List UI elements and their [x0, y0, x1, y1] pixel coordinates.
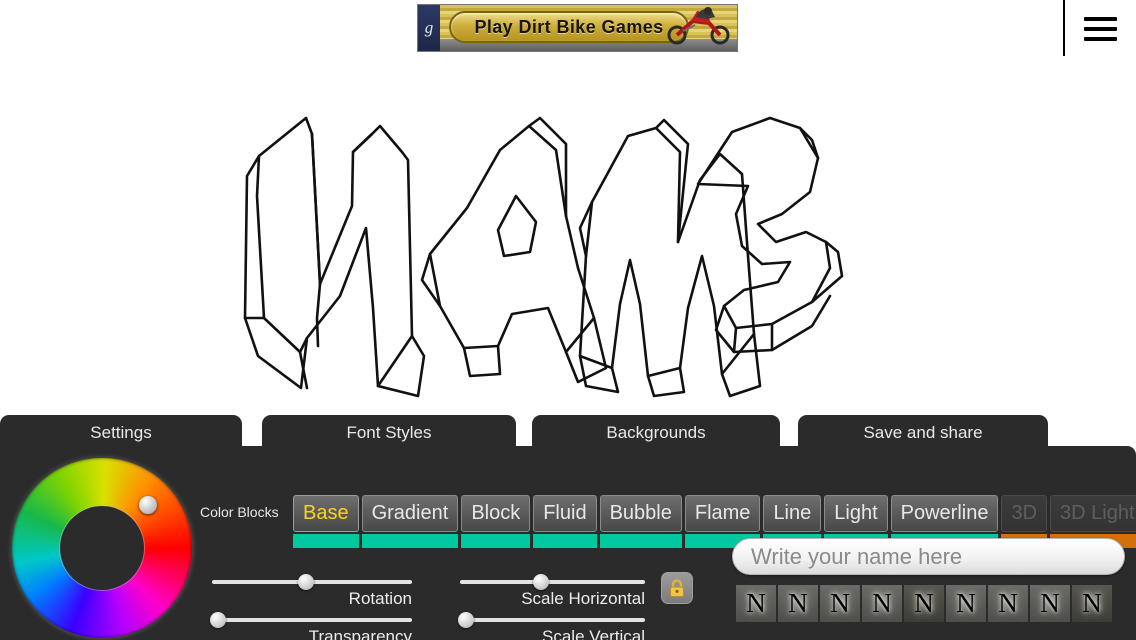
slider-label: Scale Vertical: [542, 627, 645, 640]
color-block-item: Gradient: [361, 495, 459, 548]
slider-label: Rotation: [348, 589, 412, 608]
slider-knob[interactable]: [210, 612, 226, 628]
color-wheel[interactable]: [12, 458, 192, 638]
letter-button[interactable]: N: [820, 585, 860, 622]
color-block-bar[interactable]: [293, 534, 359, 548]
lock-closed-icon: [670, 579, 684, 597]
ad-logo: g: [418, 5, 440, 51]
artwork-canvas[interactable]: [0, 56, 1136, 406]
slider-label: Transparency: [308, 627, 412, 640]
color-block-button-gradient[interactable]: Gradient: [361, 495, 459, 532]
slider-knob[interactable]: [457, 612, 474, 628]
color-block-button-line[interactable]: Line: [763, 495, 822, 532]
tab-bar: Settings Font Styles Backgrounds Save an…: [0, 412, 1136, 451]
letter-button[interactable]: N: [1030, 585, 1070, 622]
color-wheel-hub: [60, 506, 144, 590]
ad-body: Play Dirt Bike Games: [440, 5, 737, 51]
name-input[interactable]: [751, 543, 1106, 570]
slider-knob[interactable]: [298, 574, 314, 590]
color-block-button-base[interactable]: Base: [293, 495, 359, 532]
hamburger-bar: [1084, 27, 1117, 31]
color-block-button-block[interactable]: Block: [461, 495, 531, 532]
slider-label: Scale Horizontal: [521, 589, 645, 608]
lock-aspect-ratio-button[interactable]: [661, 572, 693, 604]
color-block-bar[interactable]: [599, 534, 682, 548]
color-block-bar[interactable]: [533, 534, 597, 548]
letter-button-row: NNNNNNNNN: [736, 585, 1112, 622]
color-block-button-fluid[interactable]: Fluid: [533, 495, 597, 532]
letter-button[interactable]: N: [778, 585, 818, 622]
letter-button[interactable]: N: [946, 585, 986, 622]
slider-track[interactable]: [460, 618, 645, 622]
color-block-button-powerline[interactable]: Powerline: [890, 495, 999, 532]
letter-button[interactable]: N: [904, 585, 944, 622]
color-block-button-3d: 3D: [1001, 495, 1048, 532]
hamburger-bar: [1084, 37, 1117, 41]
letter-button[interactable]: N: [736, 585, 776, 622]
color-block-button-bubble[interactable]: Bubble: [599, 495, 682, 532]
hamburger-menu-icon[interactable]: [1063, 0, 1136, 60]
color-block-item: Bubble: [599, 495, 682, 548]
letter-button[interactable]: N: [1072, 585, 1112, 622]
graffiti-name-artwork: [243, 116, 844, 398]
control-panel: Settings Font Styles Backgrounds Save an…: [0, 412, 1136, 640]
color-block-bar[interactable]: [361, 534, 459, 548]
name-input-wrapper[interactable]: [732, 538, 1125, 575]
ad-banner[interactable]: g Play Dirt Bike Games: [417, 4, 738, 52]
ad-headline-text: Play Dirt Bike Games: [474, 16, 664, 37]
slider-track[interactable]: [460, 580, 645, 584]
color-block-button-3d-light: 3D Light: [1050, 495, 1136, 532]
hamburger-bar: [1084, 17, 1117, 21]
color-block-bar[interactable]: [461, 534, 531, 548]
slider-track[interactable]: [212, 618, 412, 622]
slider-knob[interactable]: [533, 574, 550, 590]
settings-panel-body: Color Blocks Base Gradient Block Fluid Bubbl…: [0, 446, 1136, 640]
motorbike-icon: [667, 7, 730, 45]
color-block-button-flame[interactable]: Flame: [684, 495, 761, 532]
color-block-item: Block: [461, 495, 531, 548]
ad-headline-pill[interactable]: Play Dirt Bike Games: [449, 11, 689, 43]
color-wheel-handle[interactable]: [139, 496, 157, 514]
letter-button[interactable]: N: [862, 585, 902, 622]
letter-button[interactable]: N: [988, 585, 1028, 622]
color-block-button-light[interactable]: Light: [824, 495, 888, 532]
color-blocks-label: Color Blocks: [200, 504, 279, 520]
color-block-item: Fluid: [533, 495, 597, 548]
app-root: g Play Dirt Bike Games Settings Font Sty…: [0, 0, 1136, 640]
color-block-item: Base: [293, 495, 359, 548]
